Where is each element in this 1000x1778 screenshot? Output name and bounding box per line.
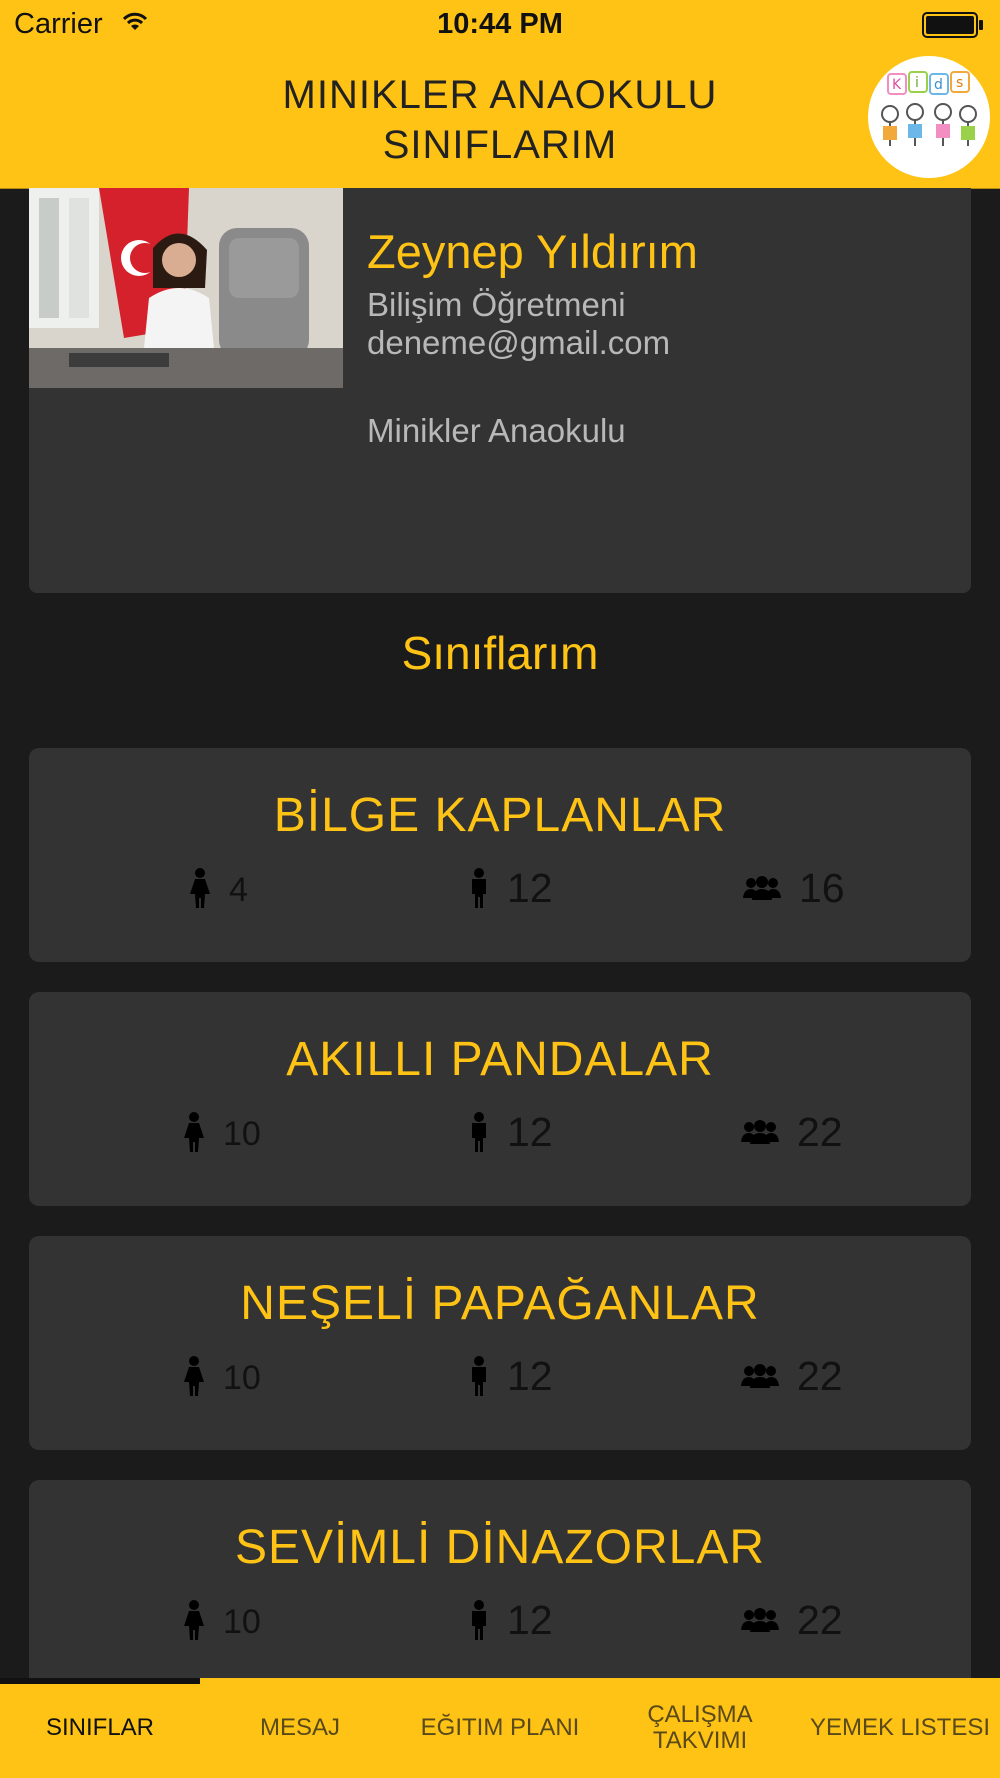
tab-egitim-plani[interactable]: EĞITIM PLANI [400,1678,600,1778]
boys-count: 12 [469,1352,553,1400]
tab-yemek-listesi[interactable]: YEMEK LISTESI [800,1678,1000,1778]
class-card[interactable]: AKILLI PANDALAR 10 12 22 [29,992,971,1206]
total-count: 22 [741,1108,843,1156]
group-icon [741,1364,779,1388]
boys-count: 12 [469,1108,553,1156]
teacher-profile-card[interactable]: Zeynep Yıldırım Bilişim Öğretmeni deneme… [29,188,971,593]
boys-count: 12 [469,1596,553,1644]
battery-icon [922,12,984,43]
class-name: BİLGE KAPLANLAR [273,789,727,842]
tab-siniflar[interactable]: SINIFLAR [0,1678,200,1778]
male-icon [472,1600,486,1640]
female-icon [184,1112,204,1152]
male-icon [472,1112,486,1152]
svg-text:d: d [934,77,943,93]
teacher-school: Minikler Anaokulu [367,412,626,449]
svg-text:s: s [956,75,963,91]
total-count-value: 16 [799,864,845,911]
teacher-email: deneme@gmail.com [367,324,671,361]
girls-count: 10 [183,1108,261,1156]
female-icon [184,1600,204,1640]
girls-count-value: 10 [223,1114,261,1153]
class-card[interactable]: BİLGE KAPLANLAR 4 12 16 [29,748,971,962]
girls-count-value: 4 [229,870,248,909]
boys-count-value: 12 [507,1596,553,1643]
status-bar: Carrier 10:44 PM [0,0,1000,50]
tab-bar: SINIFLAR MESAJ EĞITIM PLANI ÇALIŞMA TAKV… [0,1678,1000,1778]
class-name: AKILLI PANDALAR [286,1033,714,1086]
page-title: MINIKLER ANAOKULU SINIFLARIM [150,70,850,170]
girls-count-value: 10 [223,1602,261,1641]
class-name: SEVİMLİ DİNAZORLAR [234,1521,766,1574]
navigation-bar: Carrier 10:44 PM MINIKLER ANAOKULU SINIF… [0,0,1000,189]
teacher-role: Bilişim Öğretmeni [367,286,626,323]
total-count: 16 [743,864,845,912]
kids-logo[interactable]: K i d s [868,56,990,178]
girls-count: 10 [183,1596,261,1644]
teacher-photo [29,188,343,388]
male-icon [472,868,486,908]
section-title: Sınıflarım [401,627,599,679]
tab-label: EĞITIM PLANI [420,1714,580,1741]
girls-count: 4 [189,864,248,912]
class-card[interactable]: SEVİMLİ DİNAZORLAR 10 12 22 [29,1480,971,1694]
tab-label: MESAJ [259,1714,340,1741]
teacher-name: Zeynep Yıldırım [367,225,698,278]
tab-label: ÇALIŞMA TAKVIMI [647,1701,753,1754]
total-count-value: 22 [797,1108,843,1155]
total-count-value: 22 [797,1596,843,1643]
boys-count-value: 12 [507,864,553,911]
boys-count-value: 12 [507,1108,553,1155]
svg-text:i: i [915,75,919,91]
total-count: 22 [741,1352,843,1400]
tab-label: YEMEK LISTESI [809,1714,991,1741]
female-icon [184,1356,204,1396]
female-icon [190,868,210,908]
girls-count-value: 10 [223,1358,261,1397]
clock: 10:44 PM [437,8,563,40]
boys-count-value: 12 [507,1352,553,1399]
title-line-1: MINIKLER ANAOKULU [282,73,718,117]
tab-label: SINIFLAR [45,1714,155,1741]
group-icon [741,1608,779,1632]
male-icon [472,1356,486,1396]
girls-count: 10 [183,1352,261,1400]
title-line-2: SINIFLARIM [382,123,618,167]
total-count: 22 [741,1596,843,1644]
class-name: NEŞELİ PAPAĞANLAR [240,1277,760,1330]
class-card[interactable]: NEŞELİ PAPAĞANLAR 10 12 22 [29,1236,971,1450]
tab-mesaj[interactable]: MESAJ [200,1678,400,1778]
svg-text:K: K [892,77,902,93]
boys-count: 12 [469,864,553,912]
total-count-value: 22 [797,1352,843,1399]
group-icon [743,876,781,900]
group-icon [741,1120,779,1144]
tab-calisma-takvimi[interactable]: ÇALIŞMA TAKVIMI [600,1678,800,1778]
